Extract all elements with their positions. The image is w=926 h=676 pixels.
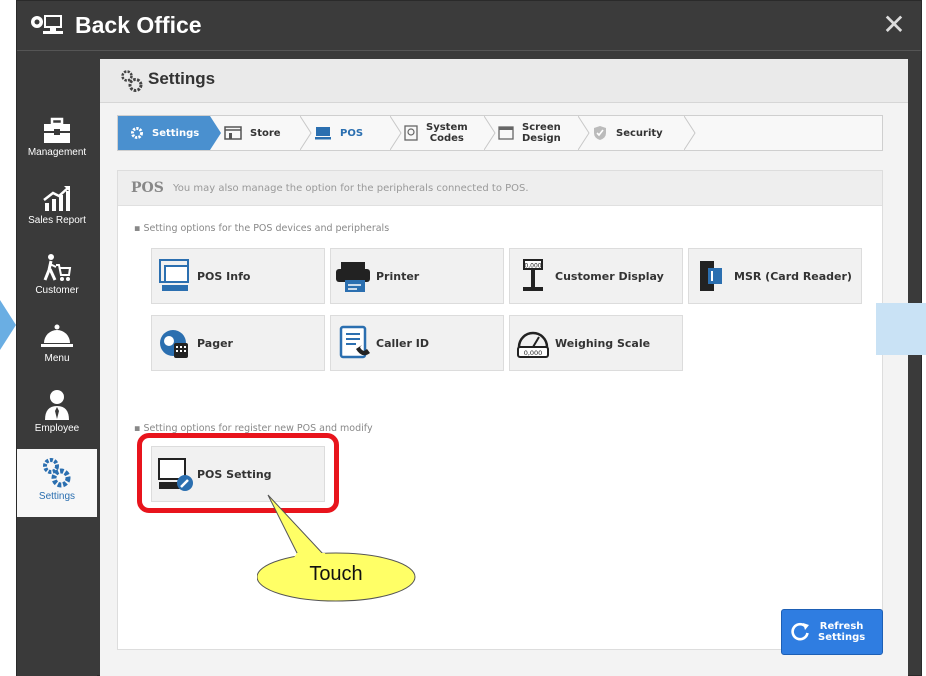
touch-callout-bubble [257,494,416,602]
sidebar-item-label: Employee [34,423,80,434]
tile-label: Weighing Scale [555,336,651,350]
panel-header: Settings [100,59,908,103]
back-office-logo-icon [31,15,63,34]
tab-label: Settings [152,127,200,139]
cloche-icon [41,324,73,347]
pos-info-icon [159,259,189,291]
caller-id-icon [339,325,370,359]
sidebar-item-label: Sales Report [28,215,86,226]
weighing-scale-icon: 0,000 [517,331,549,358]
tab-separator [484,116,496,150]
sidebar-item-management[interactable]: Management [17,109,97,177]
refresh-settings-button[interactable]: Refresh Settings [781,609,883,655]
sidebar-item-sales-report[interactable]: Sales Report [17,177,97,245]
tab-screen-design[interactable]: Screen Design [498,116,578,150]
sidebar: Management Sales Report Customer Menu Em… [17,51,97,676]
tab-label: POS [340,127,364,139]
tab-settings[interactable]: Settings [118,116,210,150]
tile-label: Pager [197,336,233,350]
close-icon[interactable]: ✕ [879,10,909,40]
refresh-icon [791,622,809,641]
tab-separator [684,116,696,150]
next-page-tab[interactable] [876,303,926,355]
printer-icon [336,262,370,292]
previous-page-tab[interactable] [0,300,16,350]
tab-system-codes[interactable]: System Codes [404,116,484,150]
svg-text:0,000: 0,000 [524,263,541,270]
screen: Back Office ✕ Management Sales Report Cu… [0,0,926,676]
printer-tile[interactable]: Printer [330,248,504,304]
caller-id-tile[interactable]: Caller ID [330,315,504,371]
tab-pos[interactable]: POS [314,116,390,150]
shopper-icon [43,254,72,281]
callout-text: Touch [309,563,363,585]
sidebar-item-label: Customer [35,285,79,296]
sidebar-item-label: Menu [44,353,70,364]
section-subtitle: You may also manage the option for the p… [173,183,529,194]
sidebar-item-label: Settings [38,491,76,502]
tab-label: Store [250,127,281,139]
briefcase-icon [44,117,70,143]
tab-label: System Codes [426,122,468,144]
tab-separator [390,116,402,150]
settings-gear-icon [121,70,143,92]
sidebar-item-employee[interactable]: Employee [17,381,97,449]
msr-card-reader-tile[interactable]: MSR (Card Reader) [688,248,862,304]
window-icon [498,126,514,140]
pos-monitor-icon [315,127,331,140]
window-title: Back Office [75,12,202,38]
pos-info-tile[interactable]: POS Info [151,248,325,304]
tab-label: Screen Design [522,122,561,144]
settings-tab-bar: Settings Store POS System Codes Screen D… [117,115,883,151]
tab-label: Security [616,127,663,139]
chart-icon [43,186,70,211]
section-title: POS [131,180,164,196]
person-icon [45,390,69,420]
tile-label: Caller ID [376,336,429,350]
group-label-peripherals: ▪ Setting options for the POS devices an… [134,223,390,234]
tile-label: MSR (Card Reader) [734,269,852,283]
tab-store[interactable]: Store [224,116,300,150]
customer-display-icon: 0,000 [523,259,543,291]
pager-icon [160,330,188,358]
refresh-label: Refresh Settings [818,621,866,643]
tab-separator [210,116,221,150]
weighing-scale-tile[interactable]: 0,000 Weighing Scale [509,315,683,371]
svg-text:0,000: 0,000 [524,349,543,357]
gears-icon [43,458,71,488]
pager-tile[interactable]: Pager [151,315,325,371]
page-title: Settings [148,69,216,88]
sidebar-item-menu[interactable]: Menu [17,313,97,381]
sidebar-item-label: Management [27,147,87,158]
tile-label: Printer [376,269,420,283]
shield-icon [594,126,606,140]
tab-separator [578,116,590,150]
tab-separator [300,116,312,150]
title-bar: Back Office ✕ [17,1,921,51]
tab-security[interactable]: Security [592,116,684,150]
pos-section-header: POS You may also manage the option for t… [118,171,882,206]
sidebar-item-customer[interactable]: Customer [17,245,97,313]
card-reader-icon [700,261,722,291]
tile-label: POS Info [197,269,251,283]
store-icon [224,126,242,140]
tile-label: Customer Display [555,269,664,283]
gear-icon [131,127,143,139]
pos-section: POS You may also manage the option for t… [117,170,883,650]
sidebar-item-settings[interactable]: Settings [17,449,97,517]
code-document-icon [404,125,418,141]
customer-display-tile[interactable]: 0,000 Customer Display [509,248,683,304]
